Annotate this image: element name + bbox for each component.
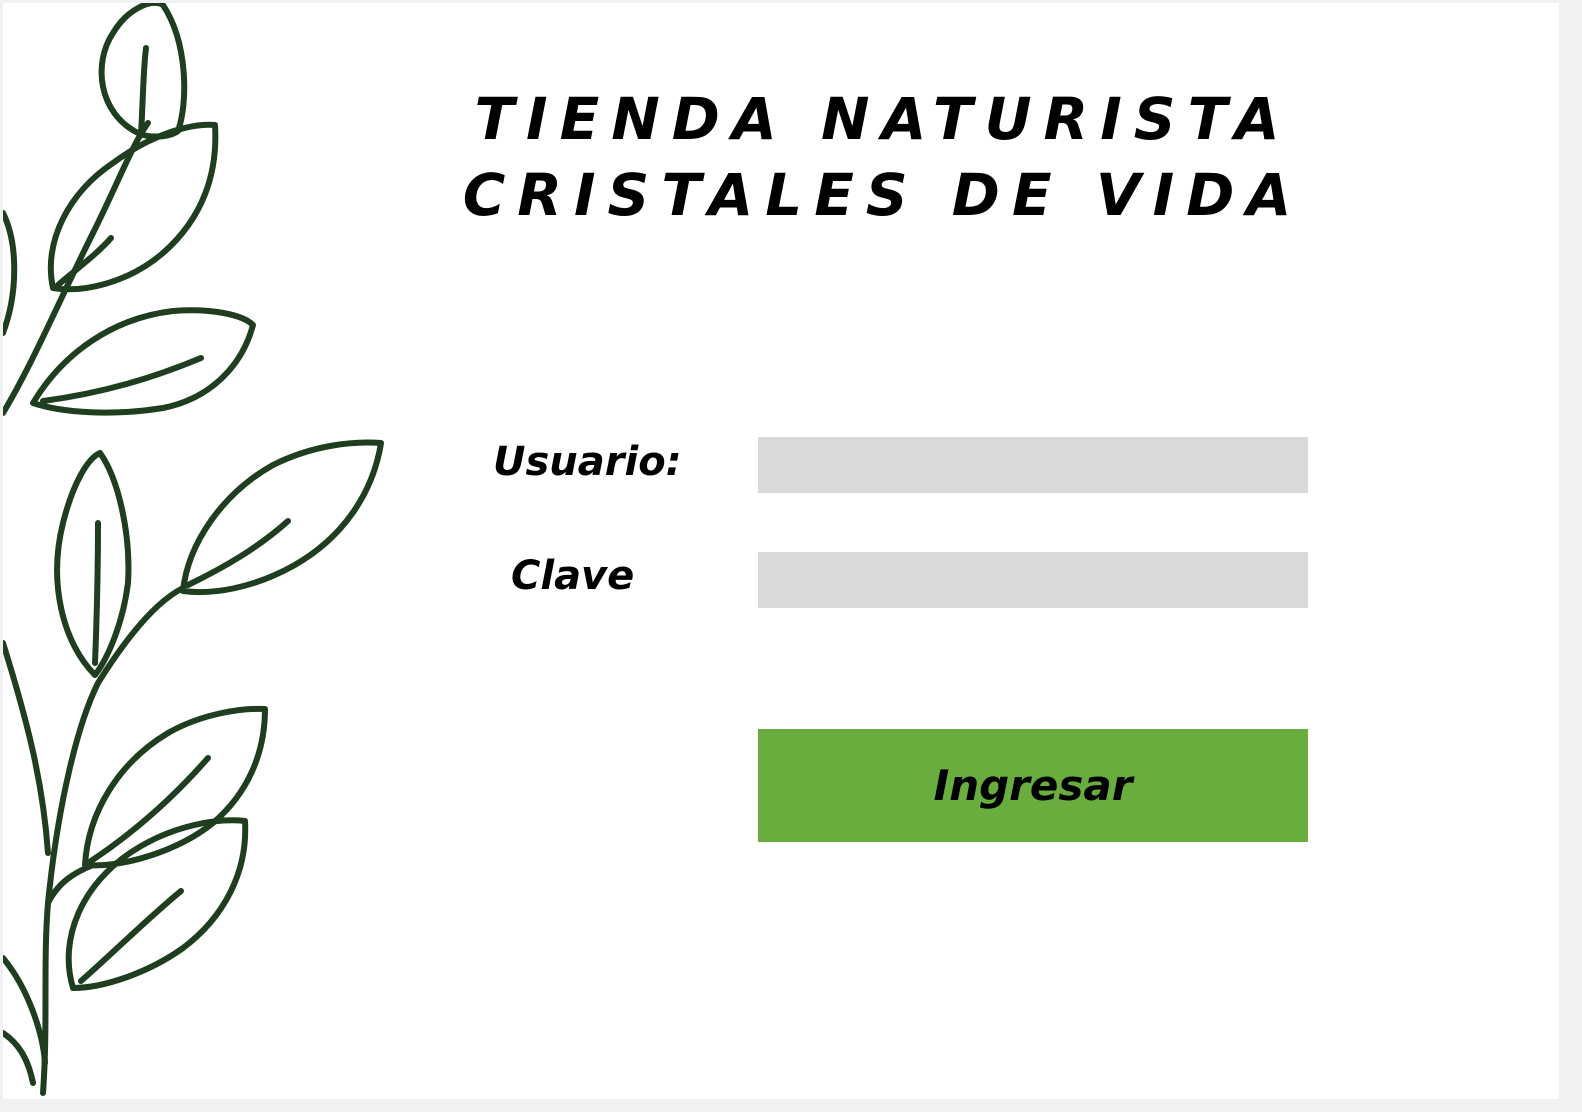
login-button[interactable]: Ingresar	[758, 729, 1308, 842]
page-title: TIENDA NATURISTA CRISTALES DE VIDA	[443, 81, 1323, 233]
password-input[interactable]	[758, 552, 1308, 608]
page-title-line-2: CRISTALES DE VIDA	[462, 161, 1304, 229]
username-input[interactable]	[758, 437, 1308, 493]
username-label: Usuario:	[493, 439, 682, 485]
password-label: Clave	[511, 553, 635, 599]
login-window: TIENDA NATURISTA CRISTALES DE VIDA Usuar…	[3, 3, 1559, 1099]
leaf-branch-icon	[3, 3, 384, 1096]
page-title-line-1: TIENDA NATURISTA	[474, 85, 1292, 153]
